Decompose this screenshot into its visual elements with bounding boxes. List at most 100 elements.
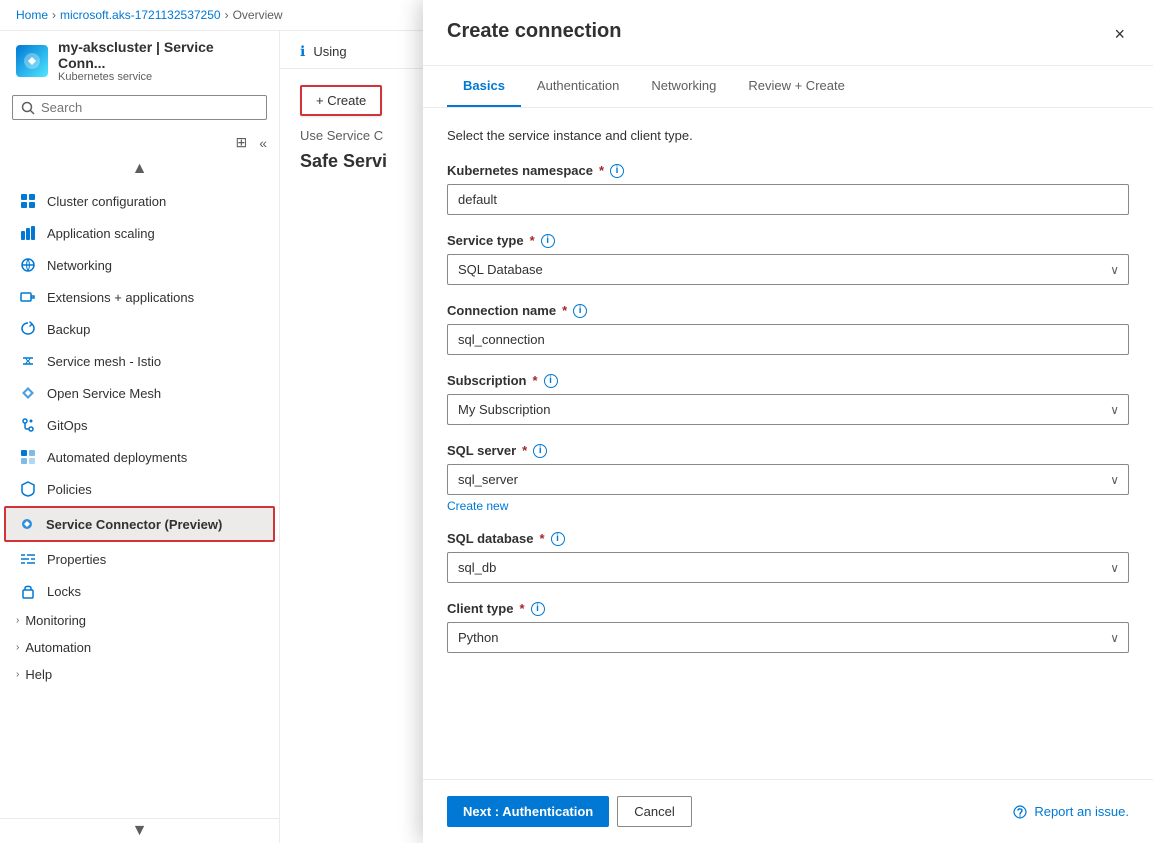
client-type-select[interactable]: Python Java Node.js .NET Go None	[447, 622, 1129, 653]
footer-actions: Next : Authentication Cancel	[447, 796, 692, 827]
sidebar-item-app-scaling[interactable]: Application scaling	[0, 217, 279, 249]
panel-description: Select the service instance and client t…	[447, 128, 1129, 143]
automated-deployments-icon	[19, 448, 37, 466]
sql-server-label: SQL server * i	[447, 443, 1129, 458]
panel-close-button[interactable]: ×	[1110, 20, 1129, 49]
search-container	[12, 95, 267, 120]
breadcrumb-resource[interactable]: microsoft.aks-1721132537250	[60, 8, 221, 22]
sql-database-select[interactable]: sql_db	[447, 552, 1129, 583]
breadcrumb-sep1: ›	[52, 8, 56, 22]
tab-authentication[interactable]: Authentication	[521, 66, 635, 107]
sidebar-item-backup[interactable]: Backup	[0, 313, 279, 345]
sql-database-label: SQL database * i	[447, 531, 1129, 546]
create-button[interactable]: + Create	[300, 85, 382, 116]
tab-review-create[interactable]: Review + Create	[732, 66, 860, 107]
sql-server-select-wrapper: sql_server ∨	[447, 464, 1129, 495]
report-issue-text: Report an issue.	[1034, 804, 1129, 819]
help-chevron: ›	[16, 669, 19, 680]
gitops-icon	[19, 416, 37, 434]
sidebar-item-label: Networking	[47, 258, 112, 273]
sidebar-item-label: Application scaling	[47, 226, 155, 241]
subscription-info[interactable]: i	[544, 374, 558, 388]
client-type-select-wrapper: Python Java Node.js .NET Go None ∨	[447, 622, 1129, 653]
cluster-config-icon	[19, 192, 37, 210]
k8s-namespace-label: Kubernetes namespace * i	[447, 163, 1129, 178]
sidebar-item-open-service-mesh[interactable]: Open Service Mesh	[0, 377, 279, 409]
next-button[interactable]: Next : Authentication	[447, 796, 609, 827]
sidebar-item-networking[interactable]: Networking	[0, 249, 279, 281]
k8s-namespace-info[interactable]: i	[610, 164, 624, 178]
monitoring-chevron: ›	[16, 615, 19, 626]
panel-body: Select the service instance and client t…	[423, 108, 1153, 779]
subscription-group: Subscription * i My Subscription ∨	[447, 373, 1129, 425]
collapse-button[interactable]: «	[255, 131, 271, 155]
search-input[interactable]	[41, 100, 258, 115]
breadcrumb-page: Overview	[233, 8, 283, 22]
service-type-select[interactable]: SQL Database Storage Cosmos DB Key Vault	[447, 254, 1129, 285]
sidebar-group-help[interactable]: › Help	[0, 661, 279, 688]
sidebar-item-label: Automated deployments	[47, 450, 187, 465]
resource-header: my-akscluster | Service Conn... Kubernet…	[0, 31, 279, 87]
report-issue-link[interactable]: Report an issue.	[1012, 804, 1129, 820]
sidebar-item-label: GitOps	[47, 418, 87, 433]
automation-chevron: ›	[16, 642, 19, 653]
service-mesh-icon	[19, 352, 37, 370]
app-scaling-icon	[19, 224, 37, 242]
create-connection-panel: Create connection × Basics Authenticatio…	[423, 0, 1153, 843]
sidebar-item-service-connector[interactable]: Service Connector (Preview)	[4, 506, 275, 542]
automation-label: Automation	[25, 640, 91, 655]
client-type-info[interactable]: i	[531, 602, 545, 616]
subscription-select[interactable]: My Subscription	[447, 394, 1129, 425]
tab-networking[interactable]: Networking	[635, 66, 732, 107]
k8s-namespace-group: Kubernetes namespace * i	[447, 163, 1129, 215]
scroll-down-arrow[interactable]: ▼	[0, 818, 279, 843]
sql-database-info[interactable]: i	[551, 532, 565, 546]
help-label: Help	[25, 667, 52, 682]
sql-server-select[interactable]: sql_server	[447, 464, 1129, 495]
pin-button[interactable]: ⊞	[231, 130, 251, 155]
service-type-label: Service type * i	[447, 233, 1129, 248]
scroll-up-arrow[interactable]: ▲	[126, 157, 154, 181]
sidebar-item-gitops[interactable]: GitOps	[0, 409, 279, 441]
required-star: *	[522, 443, 527, 458]
breadcrumb-sep2: ›	[225, 8, 229, 22]
sql-database-select-wrapper: sql_db ∨	[447, 552, 1129, 583]
sidebar-nav: Cluster configuration Application scalin…	[0, 181, 279, 818]
service-type-info[interactable]: i	[541, 234, 555, 248]
sidebar-item-automated-deployments[interactable]: Automated deployments	[0, 441, 279, 473]
sidebar-item-label: Service Connector (Preview)	[46, 517, 222, 532]
subscription-label: Subscription * i	[447, 373, 1129, 388]
sidebar-actions: ⊞ «	[0, 128, 279, 157]
sql-server-group: SQL server * i sql_server ∨ Create new	[447, 443, 1129, 513]
policies-icon	[19, 480, 37, 498]
k8s-namespace-input[interactable]	[447, 184, 1129, 215]
connection-name-input[interactable]	[447, 324, 1129, 355]
cancel-button[interactable]: Cancel	[617, 796, 691, 827]
sidebar-item-label: Service mesh - Istio	[47, 354, 161, 369]
sidebar-item-properties[interactable]: Properties	[0, 543, 279, 575]
sidebar-item-service-mesh[interactable]: Service mesh - Istio	[0, 345, 279, 377]
required-star: *	[539, 531, 544, 546]
service-type-group: Service type * i SQL Database Storage Co…	[447, 233, 1129, 285]
client-type-group: Client type * i Python Java Node.js .NET…	[447, 601, 1129, 653]
connection-name-info[interactable]: i	[573, 304, 587, 318]
sidebar-item-policies[interactable]: Policies	[0, 473, 279, 505]
sidebar-item-locks[interactable]: Locks	[0, 575, 279, 607]
sidebar-group-automation[interactable]: › Automation	[0, 634, 279, 661]
networking-icon	[19, 256, 37, 274]
create-new-server-link[interactable]: Create new	[447, 499, 1129, 513]
content-info-text: Using	[313, 44, 346, 59]
service-connector-icon	[18, 515, 36, 533]
subscription-select-wrapper: My Subscription ∨	[447, 394, 1129, 425]
backup-icon	[19, 320, 37, 338]
sidebar-item-label: Open Service Mesh	[47, 386, 161, 401]
sidebar-item-cluster-config[interactable]: Cluster configuration	[0, 185, 279, 217]
service-type-select-wrapper: SQL Database Storage Cosmos DB Key Vault…	[447, 254, 1129, 285]
sidebar-group-monitoring[interactable]: › Monitoring	[0, 607, 279, 634]
sql-server-info[interactable]: i	[533, 444, 547, 458]
breadcrumb-home[interactable]: Home	[16, 8, 48, 22]
sidebar: my-akscluster | Service Conn... Kubernet…	[0, 31, 280, 843]
sidebar-item-extensions[interactable]: Extensions + applications	[0, 281, 279, 313]
tab-basics[interactable]: Basics	[447, 66, 521, 107]
search-icon	[21, 101, 35, 115]
